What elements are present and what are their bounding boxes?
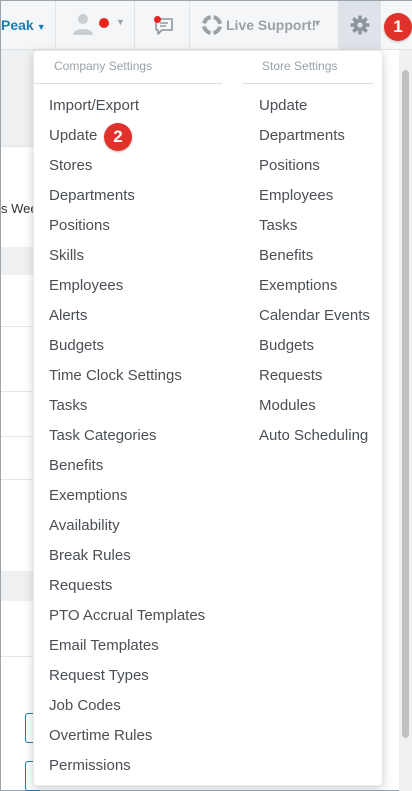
bg-divider <box>1 391 35 392</box>
bg-divider <box>1 436 35 437</box>
store-item-departments[interactable]: Departments <box>259 121 373 151</box>
company-item-request-types[interactable]: Request Types <box>49 661 222 691</box>
company-item-permissions[interactable]: Permissions <box>49 751 222 781</box>
brand-menu[interactable]: Peak ▼ <box>1 17 46 33</box>
live-support-label: Live Support! <box>226 17 317 33</box>
store-settings-heading: Store Settings <box>243 51 373 84</box>
store-item-budgets[interactable]: Budgets <box>259 331 373 361</box>
store-item-tasks[interactable]: Tasks <box>259 211 373 241</box>
step-badge-2: 2 <box>104 123 132 151</box>
user-status-dot <box>99 18 109 28</box>
store-item-employees[interactable]: Employees <box>259 181 373 211</box>
nav-divider <box>55 1 56 49</box>
user-avatar-icon[interactable] <box>73 13 93 35</box>
company-item-requests[interactable]: Requests <box>49 571 222 601</box>
gear-icon <box>350 15 370 35</box>
company-item-task-categories[interactable]: Task Categories <box>49 421 222 451</box>
step-badge-1: 1 <box>384 13 412 41</box>
store-item-exemptions[interactable]: Exemptions <box>259 271 373 301</box>
company-item-update[interactable]: Update <box>49 121 222 151</box>
company-item-budgets[interactable]: Budgets <box>49 331 222 361</box>
bg-divider <box>1 656 35 657</box>
store-settings-menu: Update Departments Positions Employees Tasks… <box>243 91 373 451</box>
company-item-availability[interactable]: Availability <box>49 511 222 541</box>
company-item-positions[interactable]: Positions <box>49 211 222 241</box>
company-item-tasks[interactable]: Tasks <box>49 391 222 421</box>
bg-divider <box>1 479 35 480</box>
company-item-pto-accrual-templates[interactable]: PTO Accrual Templates <box>49 601 222 631</box>
caret-down-icon: ▼ <box>313 18 322 28</box>
caret-down-icon: ▼ <box>36 22 46 32</box>
company-item-overtime-rules[interactable]: Overtime Rules <box>49 721 222 751</box>
company-item-exemptions[interactable]: Exemptions <box>49 481 222 511</box>
store-item-positions[interactable]: Positions <box>259 151 373 181</box>
store-item-benefits[interactable]: Benefits <box>259 241 373 271</box>
store-item-update[interactable]: Update <box>259 91 373 121</box>
settings-dropdown: Company Settings Import/Export Update Stor… <box>33 50 383 786</box>
bg-band <box>1 50 35 146</box>
store-item-calendar-events[interactable]: Calendar Events <box>259 301 373 331</box>
company-item-departments[interactable]: Departments <box>49 181 222 211</box>
page-scrollbar[interactable] <box>399 50 412 791</box>
company-item-skills[interactable]: Skills <box>49 241 222 271</box>
bg-divider <box>1 326 35 327</box>
company-settings-column: Company Settings Import/Export Update Stor… <box>34 51 222 781</box>
store-settings-column: Store Settings Update Departments Position… <box>243 51 373 451</box>
store-item-requests[interactable]: Requests <box>259 361 373 391</box>
bg-band <box>1 247 35 275</box>
company-item-email-templates[interactable]: Email Templates <box>49 631 222 661</box>
company-item-employees[interactable]: Employees <box>49 271 222 301</box>
lifebuoy-icon <box>202 15 222 35</box>
company-item-alerts[interactable]: Alerts <box>49 301 222 331</box>
company-item-job-codes[interactable]: Job Codes <box>49 691 222 721</box>
company-item-break-rules[interactable]: Break Rules <box>49 541 222 571</box>
company-item-import-export[interactable]: Import/Export <box>49 91 222 121</box>
brand-label: Peak <box>1 17 34 33</box>
company-settings-heading: Company Settings <box>34 51 222 84</box>
nav-divider <box>134 1 135 49</box>
notification-dot <box>154 16 161 23</box>
company-item-stores[interactable]: Stores <box>49 151 222 181</box>
store-item-auto-scheduling[interactable]: Auto Scheduling <box>259 421 373 451</box>
nav-divider <box>189 1 190 49</box>
caret-down-icon[interactable]: ▼ <box>116 17 125 27</box>
company-item-time-clock-settings[interactable]: Time Clock Settings <box>49 361 222 391</box>
company-settings-menu: Import/Export Update Stores Departments Posi… <box>34 91 222 781</box>
store-item-modules[interactable]: Modules <box>259 391 373 421</box>
company-item-benefits[interactable]: Benefits <box>49 451 222 481</box>
settings-button[interactable] <box>339 1 381 49</box>
top-nav-bar: Peak ▼ ▼ Live Support! ▼ <box>1 1 412 50</box>
bg-divider <box>1 146 35 147</box>
bg-band <box>1 571 35 601</box>
scrollbar-thumb[interactable] <box>402 70 409 738</box>
